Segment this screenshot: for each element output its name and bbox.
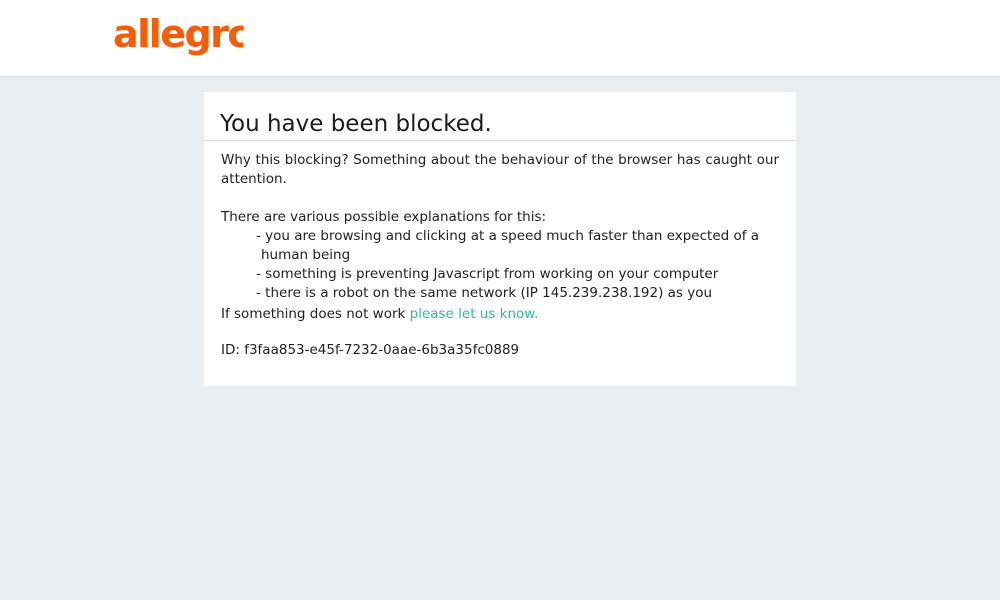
reason-item: - you are browsing and clicking at a spe… (256, 227, 779, 265)
reasons-list: - you are browsing and clicking at a spe… (221, 227, 779, 303)
reason-text: - you are browsing and clicking at a spe… (256, 228, 760, 244)
contact-prefix: If something does not work (221, 306, 406, 322)
allegro-logo[interactable]: allegro (113, 10, 243, 66)
card-body: Why this blocking? Something about the b… (221, 151, 779, 360)
contact-line: If something does not work please let us… (221, 305, 779, 324)
explanations-intro: There are various possible explanations … (221, 209, 547, 225)
why-text: Why this blocking? Something about the b… (221, 152, 779, 187)
blocked-card: You have been blocked. Why this blocking… (204, 92, 796, 386)
reason-item: - something is preventing Javascript fro… (256, 265, 779, 284)
reason-text: - there is a robot on the same network (… (256, 285, 713, 301)
svg-text:allegro: allegro (113, 12, 243, 56)
reason-text-continued: human being (261, 247, 351, 263)
contact-link[interactable]: please let us know. (410, 306, 539, 322)
reason-text: - something is preventing Javascript fro… (256, 266, 719, 282)
reason-item: - there is a robot on the same network (… (256, 284, 779, 303)
request-id: ID: f3faa853-e45f-7232-0aae-6b3a35fc0889 (221, 342, 520, 358)
page-title: You have been blocked. (220, 111, 492, 137)
top-bar: allegro (0, 0, 1000, 77)
title-divider (204, 140, 796, 141)
